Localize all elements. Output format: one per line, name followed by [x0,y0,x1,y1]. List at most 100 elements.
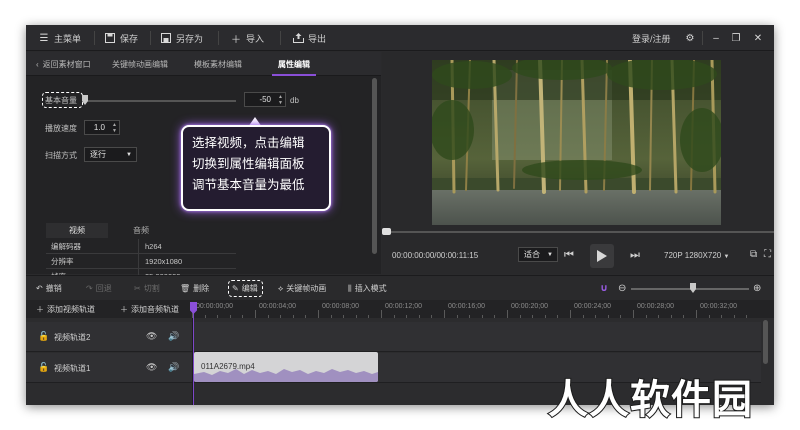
ruler-time-label: 00:00:20;00 [511,303,548,310]
gear-icon: ⚙ [685,32,695,44]
timeline-ruler[interactable]: 00:00:00;00 00:00:04;00 00:00:08;00 00:00:1… [192,300,774,318]
edit-button[interactable]: ✎ 编辑 [232,276,258,301]
info-key: 编解码器 [46,239,139,253]
media-info-tabs: 视频 音频 [46,223,236,238]
plus-icon: ＋ [231,34,241,46]
tab-keyframe-edit[interactable]: 关键帧动画编辑 [112,52,168,76]
keyframe-icon: ⟡ [278,283,284,293]
add-video-track-button[interactable]: ＋ 添加视频轨道 [36,300,95,318]
info-key: 分辨率 [46,254,139,268]
add-audio-track-button[interactable]: ＋ 添加音频轨道 [120,300,179,318]
main-menu-button[interactable]: ☰ 主菜单 [38,25,82,51]
ruler-time-label: 00:00:08;00 [322,303,359,310]
save-as-button[interactable]: 另存为 [160,25,203,51]
next-frame-button[interactable]: ⏭ [630,249,640,262]
callout-line-2: 切换到属性编辑面板 [192,157,305,171]
ruler-time-label: 00:00:32;00 [700,303,737,310]
minimize-button[interactable]: – [710,25,722,51]
top-menu-bar: ☰ 主菜单 保存 另存为 ＋ 导入 导出 登录/注册 ⚙ – ❐ ✕ [26,25,774,51]
back-to-material-tab[interactable]: ‹ 返回素材窗口 [36,52,91,76]
zoom-out-button[interactable]: ⊖ [618,276,626,301]
ruler-tick [255,310,256,318]
delete-button[interactable]: 🗑 删除 [180,276,209,301]
speaker-icon[interactable]: 🔊 [168,331,179,342]
speed-spinner-icon[interactable]: ▲ ▼ [112,122,117,134]
zoom-out-icon: ⊖ [618,283,627,294]
add-video-track-label: 添加视频轨道 [47,304,95,314]
resolution-select[interactable]: 720P 1280X720 ▼ [664,251,729,260]
tab-property-label: 属性编辑 [278,59,310,69]
tab-video-info[interactable]: 视频 [46,223,108,238]
preview-scrubber-thumb[interactable] [382,228,391,235]
track-row-video-2[interactable]: 🔓 视频轨道2 👁 🔊 [26,322,761,352]
save-button[interactable]: 保存 [104,25,138,51]
tab-template-edit[interactable]: 模板素材编辑 [194,52,242,76]
zoom-in-button[interactable]: ⊕ [753,276,761,301]
volume-input[interactable]: -50 ▲ ▼ [244,92,286,107]
speed-input[interactable]: 1.0 ▲ ▼ [84,120,120,135]
plus-icon: ＋ [120,304,128,314]
close-button[interactable]: ✕ [752,25,764,51]
keyframe-button[interactable]: ⟡ 关键帧动画 [278,276,326,301]
lock-icon[interactable]: 🔓 [38,331,49,342]
chevron-left-icon: ‹ [36,59,39,69]
speed-label: 播放速度 [45,124,77,133]
scan-mode-select[interactable]: 逐行 ▼ [84,147,137,162]
speaker-icon[interactable]: 🔊 [168,362,179,373]
fit-value: 适合 [524,250,540,259]
ruler-time-label: 00:00:00;00 [196,303,233,310]
login-link[interactable]: 登录/注册 [632,25,671,51]
add-audio-track-label: 添加音频轨道 [131,304,179,314]
export-icon [292,32,304,44]
timeline-scrollbar[interactable] [763,320,768,364]
undo-button[interactable]: ↶ 撤销 [36,276,62,301]
volume-slider-track[interactable] [86,100,236,102]
magnet-button[interactable]: ∪ [600,276,608,301]
chevron-down-icon: ▼ [723,254,730,260]
settings-button[interactable]: ⚙ [684,25,696,51]
video-preview [432,60,721,225]
main-menu-label: 主菜单 [54,33,82,44]
instruction-callout: 选择视频，点击编辑 切换到属性编辑面板 调节基本音量为最低 [181,125,331,211]
tab-audio-info[interactable]: 音频 [108,223,174,238]
skip-forward-icon: ⏭ [630,249,640,261]
tab-property-edit[interactable]: 属性编辑 [278,52,310,76]
zoom-slider-thumb[interactable] [690,283,696,293]
active-tab-indicator [272,74,316,76]
cut-button[interactable]: ✂ 切割 [134,276,160,301]
popout-button[interactable]: ⧉ [750,249,757,260]
eye-icon[interactable]: 👁 [146,362,157,373]
clip-name: 011A2679.mp4 [201,362,255,371]
panel-scrollbar[interactable] [372,78,377,254]
keyframe-label: 关键帧动画 [286,284,327,293]
fullscreen-button[interactable]: ⛶ [764,249,771,260]
site-watermark: 人人软件园 [547,376,753,424]
insert-mode-button[interactable]: ⫼ 插入模式 [348,276,387,301]
resolution-value: 720P 1280X720 [664,251,722,260]
fit-select[interactable]: 适合 ▼ [518,247,558,262]
ruler-tick [444,310,445,318]
preview-panel: 00:00:00:00/00:00:11:15 适合 ▼ ⏮ ⏭ 720P 12… [382,52,774,274]
skip-back-icon: ⏮ [564,249,574,261]
callout-line-3: 调节基本音量为最低 [192,178,305,192]
prev-frame-button[interactable]: ⏮ [564,249,574,262]
ruler-tick [507,310,508,318]
ruler-tick [381,310,382,318]
undo-label: 撤销 [45,284,62,293]
volume-spinner-icon[interactable]: ▲ ▼ [278,94,283,106]
lock-icon[interactable]: 🔓 [38,362,49,373]
preview-scrubber-track[interactable] [382,231,774,233]
redo-button[interactable]: ↷ 回退 [86,276,112,301]
ruler-time-label: 00:00:04;00 [259,303,296,310]
play-button[interactable] [590,244,614,268]
video-clip[interactable]: 011A2679.mp4 [194,352,378,382]
edit-label: 编辑 [241,284,258,293]
maximize-button[interactable]: ❐ [730,25,742,51]
export-label: 导出 [308,33,327,44]
back-label: 返回素材窗口 [42,59,91,69]
ruler-time-label: 00:00:28;00 [637,303,674,310]
menu-icon: ☰ [39,32,49,44]
eye-icon[interactable]: 👁 [146,331,157,342]
import-button[interactable]: ＋ 导入 [230,25,264,51]
export-button[interactable]: 导出 [292,25,326,51]
